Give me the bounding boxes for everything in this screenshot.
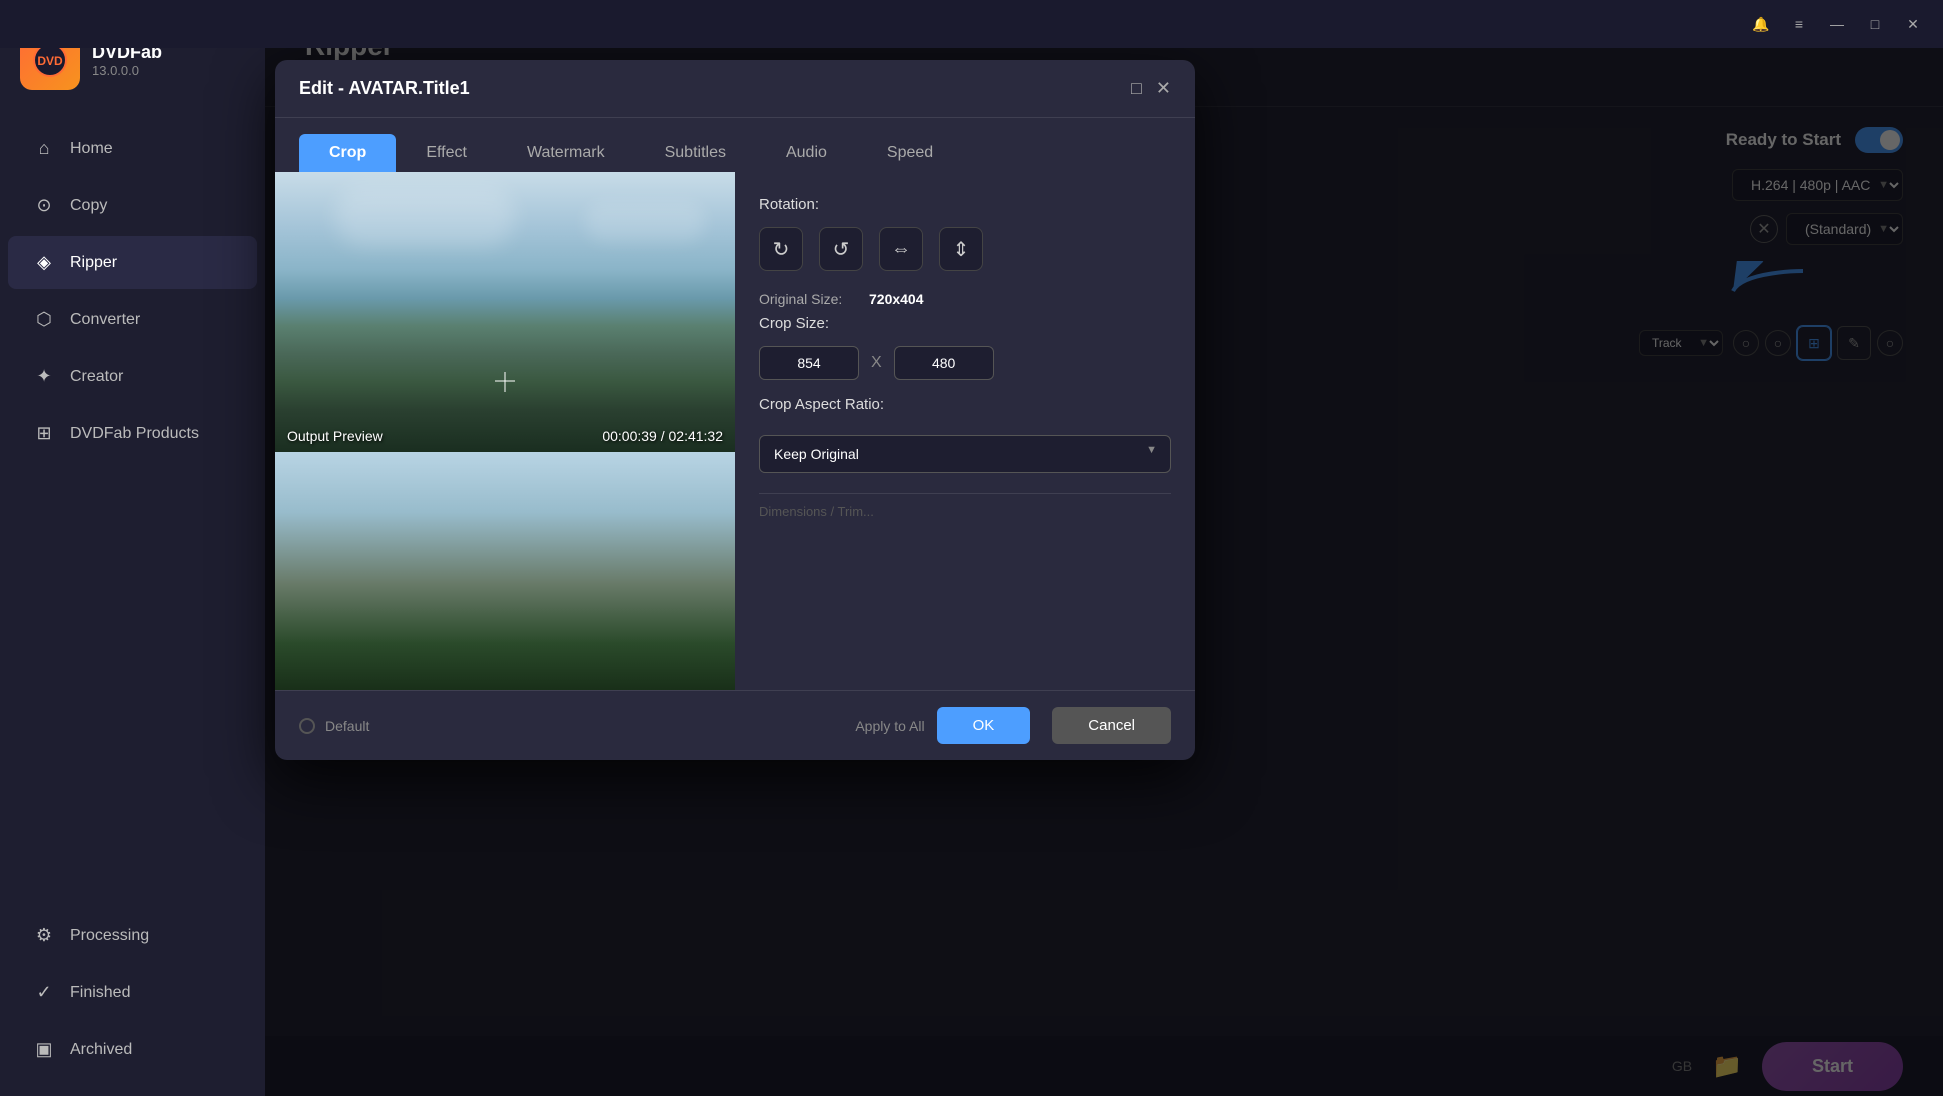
tab-subtitles[interactable]: Subtitles <box>635 134 756 172</box>
close-button[interactable]: ✕ <box>1903 14 1923 34</box>
finished-icon: ✓ <box>32 982 56 1003</box>
preview-output-label: Output Preview <box>287 428 383 444</box>
processing-icon: ⚙ <box>32 925 56 946</box>
sidebar-label-creator: Creator <box>70 368 123 386</box>
crop-aspect-label: Crop Aspect Ratio: <box>759 396 1171 413</box>
svg-text:DVD: DVD <box>37 54 63 68</box>
sidebar-item-dvdfab-products[interactable]: ⊞ DVDFab Products <box>8 407 257 460</box>
crop-size-inputs: X <box>759 346 1171 380</box>
title-bar-controls: 🔔 ≡ — □ ✕ <box>1751 14 1923 34</box>
notification-icon[interactable]: 🔔 <box>1751 14 1771 34</box>
flip-v-button[interactable]: ⇕ <box>939 227 983 271</box>
video-frame-sky-top: Output Preview 00:00:39 / 02:41:32 <box>275 172 735 452</box>
sidebar-label-converter: Converter <box>70 311 140 329</box>
modal-close-button[interactable]: ✕ <box>1156 78 1171 99</box>
video-frame-bottom <box>275 452 735 690</box>
crop-x-label: X <box>871 354 882 372</box>
video-sky-bottom <box>275 452 735 690</box>
sidebar-item-converter[interactable]: ⬡ Converter <box>8 293 257 346</box>
modal-header-buttons: □ ✕ <box>1131 78 1171 99</box>
crop-controls: Rotation: ↻ ↺ ⇔ ⇕ Original Size: 720x404… <box>735 172 1195 690</box>
sidebar-item-ripper[interactable]: ◈ Ripper <box>8 236 257 289</box>
ripper-icon: ◈ <box>32 252 56 273</box>
rotation-row: ↻ ↺ ⇔ ⇕ <box>759 227 1171 271</box>
edit-modal: Edit - AVATAR.Title1 □ ✕ Crop Effect Wat… <box>275 60 1195 760</box>
rotate-cw-button[interactable]: ↻ <box>759 227 803 271</box>
sidebar-label-finished: Finished <box>70 984 130 1002</box>
rotation-label: Rotation: <box>759 196 1171 213</box>
crosshair-h <box>495 380 515 382</box>
aspect-select-wrapper: Keep Original 16:9 4:3 1:1 Custom <box>759 427 1171 473</box>
preview-timestamp: 00:00:39 / 02:41:32 <box>602 428 723 444</box>
default-row: Default <box>299 718 369 734</box>
sidebar-label-copy: Copy <box>70 197 107 215</box>
converter-icon: ⬡ <box>32 309 56 330</box>
video-preview: Output Preview 00:00:39 / 02:41:32 <box>275 172 735 690</box>
crop-height-input[interactable] <box>894 346 994 380</box>
apply-all-button[interactable]: Apply to All <box>855 718 924 734</box>
default-radio[interactable] <box>299 718 315 734</box>
home-icon: ⌂ <box>32 138 56 159</box>
crop-width-input[interactable] <box>759 346 859 380</box>
modal-tabs: Crop Effect Watermark Subtitles Audio Sp… <box>275 118 1195 172</box>
app-version: 13.0.0.0 <box>92 63 162 78</box>
modal-body: Output Preview 00:00:39 / 02:41:32 Rotat… <box>275 172 1195 690</box>
sidebar-label-ripper: Ripper <box>70 254 117 272</box>
tab-audio[interactable]: Audio <box>756 134 857 172</box>
crop-size-label: Crop Size: <box>759 315 1171 332</box>
tab-crop[interactable]: Crop <box>299 134 396 172</box>
cancel-button[interactable]: Cancel <box>1052 707 1171 744</box>
flip-h-button[interactable]: ⇔ <box>879 227 923 271</box>
creator-icon: ✦ <box>32 366 56 387</box>
footer-action-buttons: Apply to All OK Cancel <box>855 707 1171 744</box>
sidebar-item-archived[interactable]: ▣ Archived <box>8 1023 257 1076</box>
cloud-1 <box>335 187 515 247</box>
maximize-button[interactable]: □ <box>1865 14 1885 34</box>
original-size-row: Original Size: 720x404 <box>759 291 1171 307</box>
sidebar: DVD DVDFab 13.0.0.0 ⌂ Home ⊙ Copy ◈ Ripp… <box>0 0 265 1096</box>
crosshair-v <box>504 372 506 392</box>
menu-icon[interactable]: ≡ <box>1789 14 1809 34</box>
minimize-button[interactable]: — <box>1827 14 1847 34</box>
products-icon: ⊞ <box>32 423 56 444</box>
sidebar-item-processing[interactable]: ⚙ Processing <box>8 909 257 962</box>
modal-title: Edit - AVATAR.Title1 <box>299 78 470 99</box>
sidebar-item-finished[interactable]: ✓ Finished <box>8 966 257 1019</box>
tab-effect[interactable]: Effect <box>396 134 497 172</box>
original-size-label: Original Size: <box>759 291 859 307</box>
crop-size-section: Crop Size: X <box>759 315 1171 380</box>
archived-icon: ▣ <box>32 1039 56 1060</box>
sidebar-item-copy[interactable]: ⊙ Copy <box>8 179 257 232</box>
rotate-ccw-button[interactable]: ↺ <box>819 227 863 271</box>
sidebar-label-archived: Archived <box>70 1041 132 1059</box>
sidebar-label-products: DVDFab Products <box>70 425 199 443</box>
tab-watermark[interactable]: Watermark <box>497 134 635 172</box>
original-size-value: 720x404 <box>869 291 924 307</box>
modal-maximize-button[interactable]: □ <box>1131 78 1142 99</box>
video-frame-top: Output Preview 00:00:39 / 02:41:32 <box>275 172 735 452</box>
copy-icon: ⊙ <box>32 195 56 216</box>
title-bar: 🔔 ≡ — □ ✕ <box>0 0 1943 48</box>
sidebar-label-home: Home <box>70 140 113 158</box>
tab-speed[interactable]: Speed <box>857 134 963 172</box>
ok-button[interactable]: OK <box>937 707 1031 744</box>
divider-trim: Dimensions / Trim... <box>759 493 1171 519</box>
modal-footer: Default Apply to All OK Cancel <box>275 690 1195 760</box>
sidebar-item-home[interactable]: ⌂ Home <box>8 122 257 175</box>
modal-overlay: Edit - AVATAR.Title1 □ ✕ Crop Effect Wat… <box>265 0 1943 1096</box>
cloud-2 <box>585 202 705 242</box>
crop-aspect-select[interactable]: Keep Original 16:9 4:3 1:1 Custom <box>759 435 1171 473</box>
sidebar-label-processing: Processing <box>70 927 149 945</box>
modal-header: Edit - AVATAR.Title1 □ ✕ <box>275 60 1195 118</box>
sidebar-item-creator[interactable]: ✦ Creator <box>8 350 257 403</box>
default-label: Default <box>325 718 369 734</box>
crop-aspect-section: Crop Aspect Ratio: Keep Original 16:9 4:… <box>759 396 1171 473</box>
trim-label: Dimensions / Trim... <box>759 504 1171 519</box>
